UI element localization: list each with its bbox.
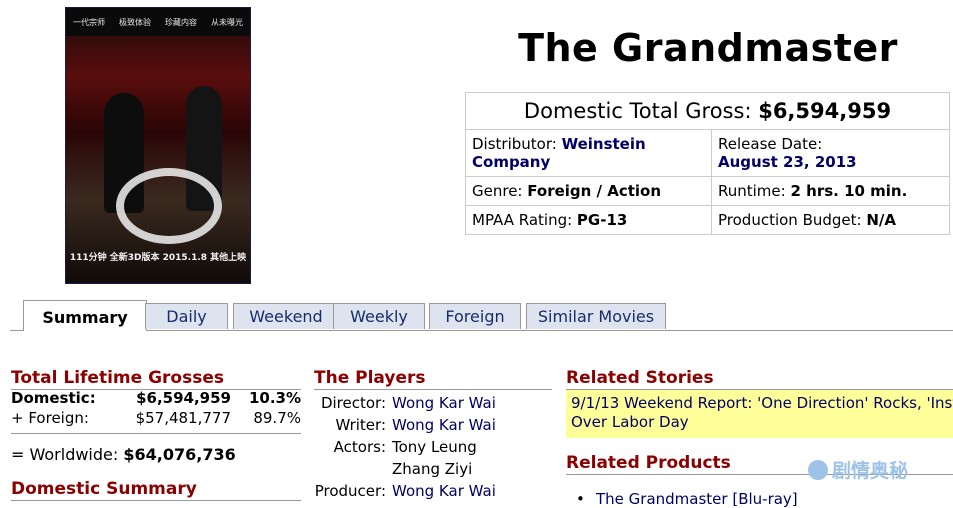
runtime-cell: Runtime: 2 hrs. 10 min. [711, 176, 950, 206]
poster-top-banner: 一代宗师 极致体验 珍藏内容 从未曝光 [66, 8, 250, 36]
domestic-label: Domestic: [11, 389, 96, 407]
total-lifetime-grosses-heading: Total Lifetime Grosses [11, 368, 301, 390]
producer-link[interactable]: Wong Kar Wai [392, 480, 496, 502]
totals-divider [11, 433, 301, 434]
tab-daily[interactable]: Daily [145, 303, 228, 329]
poster-top-text: 珍藏内容 [165, 17, 197, 27]
movie-title: The Grandmaster [518, 26, 898, 70]
actor-link[interactable]: Zhang Ziyi [392, 460, 472, 478]
actor-link[interactable]: Tony Leung [392, 438, 477, 456]
domestic-summary-heading: Domestic Summary [11, 479, 301, 501]
worldwide-value: $64,076,736 [123, 445, 236, 464]
foreign-label: + Foreign: [11, 409, 89, 427]
budget-cell: Production Budget: N/A [711, 205, 950, 235]
domestic-row: Domestic: $6,594,959 10.3% [11, 388, 301, 408]
poster-top-text: 极致体验 [119, 17, 151, 27]
domestic-value: $6,594,959 [136, 389, 231, 407]
director-row: Director: Wong Kar Wai [314, 392, 554, 414]
tab-bar: Summary Daily Weekend Weekly Foreign Sim… [10, 300, 953, 331]
release-date-link[interactable]: August 23, 2013 [718, 153, 857, 171]
players-list: Director: Wong Kar Wai Writer: Wong Kar … [314, 392, 554, 502]
actors-label: Actors: [333, 438, 386, 456]
story-line-2: Over Labor Day [571, 413, 689, 431]
actors-row: Actors: Tony Leung Zhang Ziyi [314, 436, 554, 480]
foreign-pct: 89.7% [253, 409, 301, 427]
watermark-logo-icon [808, 459, 828, 480]
related-story-link[interactable]: 9/1/13 Weekend Report: 'One Direction' R… [566, 390, 953, 438]
tab-weekend[interactable]: Weekend [233, 303, 339, 329]
runtime-label: Runtime: [718, 182, 791, 200]
the-players-heading: The Players [314, 368, 552, 390]
gross-value: $6,594,959 [758, 99, 892, 123]
budget-label: Production Budget: [718, 211, 867, 229]
related-stories-heading: Related Stories [566, 368, 953, 390]
mpaa-label: MPAA Rating: [472, 211, 577, 229]
foreign-value[interactable]: $57,481,777 [111, 409, 231, 427]
tab-weekly[interactable]: Weekly [333, 303, 425, 329]
genre-label: Genre: [472, 182, 528, 200]
genre-value: Foreign / Action [527, 182, 662, 200]
producer-label: Producer: [314, 482, 386, 500]
distributor-label: Distributor: [472, 135, 562, 153]
poster-top-text: 一代宗师 [73, 17, 105, 27]
writer-row: Writer: Wong Kar Wai [314, 414, 554, 436]
watermark-text: 剧情奥秘 [832, 460, 909, 482]
gross-label: Domestic Total Gross: [523, 99, 759, 123]
distributor-cell: Distributor: Weinstein Company [465, 129, 712, 177]
release-label: Release Date: [718, 135, 823, 153]
tab-similar-movies[interactable]: Similar Movies [526, 303, 666, 329]
writer-label: Writer: [335, 416, 386, 434]
poster-bottom-text: 111分钟 全新3D版本 2015.1.8 其他上映 [69, 253, 247, 263]
producer-row: Producer: Wong Kar Wai [314, 480, 554, 502]
mpaa-value: PG-13 [576, 211, 628, 229]
domestic-total-gross: Domestic Total Gross: $6,594,959 [465, 92, 950, 130]
story-line-1: 9/1/13 Weekend Report: 'One Direction' R… [571, 394, 953, 412]
runtime-value: 2 hrs. 10 min. [790, 182, 908, 200]
poster-top-text: 从未曝光 [211, 17, 243, 27]
related-product-link[interactable]: The Grandmaster [Blu-ray] [576, 490, 798, 508]
genre-cell: Genre: Foreign / Action [465, 176, 712, 206]
movie-info-table: Domestic Total Gross: $6,594,959 Distrib… [465, 92, 950, 235]
poster-3d-logo [116, 168, 222, 244]
tab-foreign[interactable]: Foreign [429, 303, 521, 329]
foreign-row: + Foreign: $57,481,777 89.7% [11, 408, 301, 428]
writer-link[interactable]: Wong Kar Wai [392, 414, 496, 436]
mpaa-cell: MPAA Rating: PG-13 [465, 205, 712, 235]
actors-values: Tony Leung Zhang Ziyi [392, 436, 477, 480]
worldwide-total: = Worldwide: $64,076,736 [11, 445, 236, 464]
director-label: Director: [320, 394, 386, 412]
release-date-cell: Release Date: August 23, 2013 [711, 129, 950, 177]
domestic-pct: 10.3% [248, 389, 301, 407]
movie-poster[interactable]: 一代宗师 极致体验 珍藏内容 从未曝光 111分钟 全新3D版本 2015.1.… [65, 7, 251, 284]
tab-summary[interactable]: Summary [23, 300, 147, 331]
worldwide-label: = Worldwide: [11, 445, 124, 464]
budget-value: N/A [866, 211, 897, 229]
lifetime-grosses: Domestic: $6,594,959 10.3% + Foreign: $5… [11, 388, 301, 428]
director-link[interactable]: Wong Kar Wai [392, 392, 496, 414]
site-watermark: 剧情奥秘 [808, 456, 908, 483]
